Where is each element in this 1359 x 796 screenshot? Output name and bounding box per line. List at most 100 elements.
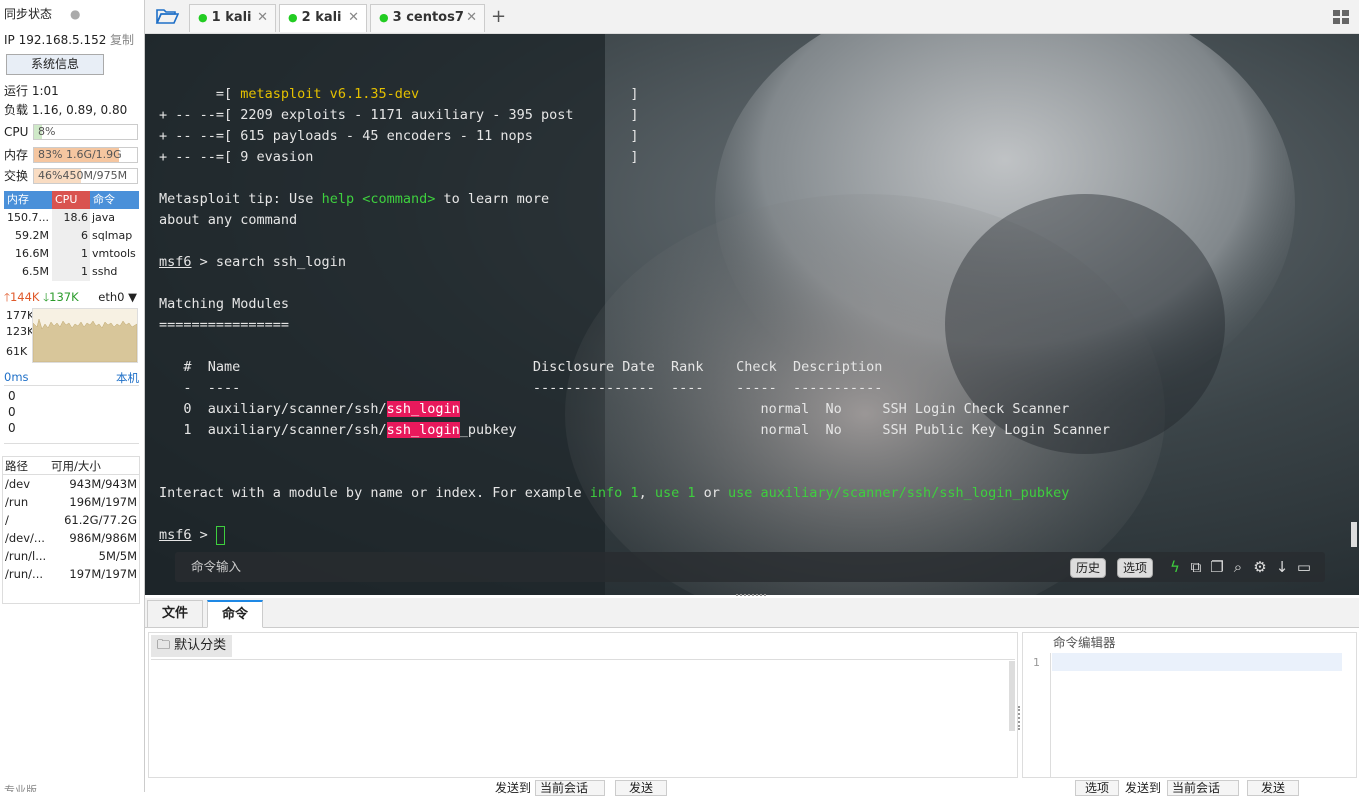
memory-value: 83% 1.6G/1.9G	[38, 148, 122, 161]
table-row[interactable]: 6.5M 1 sshd	[4, 263, 139, 281]
interact-text: ,	[638, 485, 655, 501]
add-tab-icon[interactable]: +	[491, 6, 506, 28]
search-icon[interactable]: ⌕	[1228, 556, 1248, 578]
paste-icon[interactable]: ❐	[1207, 556, 1227, 578]
banner-text: ]	[419, 86, 639, 102]
table-row[interactable]: /run/l... 5M/5M	[3, 547, 139, 565]
banner-line: + -- --=[ 2209 exploits - 1171 auxiliary…	[159, 107, 639, 123]
cpu-value: 8%	[38, 125, 56, 138]
disk-size: 5M/5M	[98, 549, 137, 563]
table-row[interactable]: /dev/... 986M/986M	[3, 529, 139, 547]
send-to-label: 发送到	[495, 781, 532, 795]
tab-files[interactable]: 文件	[147, 600, 204, 628]
search-highlight: ssh_login	[386, 401, 460, 417]
latency-host[interactable]: 本机	[116, 370, 139, 385]
network-interface-select[interactable]: eth0 ▼	[98, 290, 137, 304]
interact-example: info 1	[589, 485, 639, 501]
category-default[interactable]: 🗀 默认分类	[151, 635, 233, 657]
section-rule: ================	[159, 317, 290, 333]
table-row[interactable]: 59.2M 6 sqlmap	[4, 227, 139, 245]
editor-send-target-select[interactable]: 当前会话	[1167, 780, 1239, 796]
latency-scale: 0	[8, 405, 16, 419]
interact-text: or	[695, 485, 728, 501]
banner-line: + -- --=[ 9 evasion ]	[159, 149, 639, 165]
result-text: 1 auxiliary/scanner/ssh/	[159, 422, 387, 438]
disk-path: /	[5, 513, 9, 527]
command-input-bar[interactable]: 命令输入 历史 选项 ϟ ⧉ ❐ ⌕ ⚙ ↓ ▭	[175, 552, 1325, 582]
line-number-gutter: 1	[1023, 653, 1051, 777]
arrow-down-icon[interactable]: ↓	[1272, 556, 1292, 578]
copy-icon[interactable]: ⧉	[1186, 556, 1206, 578]
terminal-scrollbar[interactable]	[1351, 522, 1357, 547]
edition-label: 专业版	[4, 784, 37, 792]
proc-mem: 150.7...	[7, 211, 49, 224]
load-average: 负载 1.16, 0.89, 0.80	[4, 103, 128, 117]
window-icon[interactable]: ▭	[1294, 556, 1314, 578]
proc-cmd: sshd	[92, 265, 118, 278]
proc-header-cmd[interactable]: 命令	[90, 191, 139, 209]
tab-session-3[interactable]: ● 3 centos7 ✕	[370, 4, 485, 32]
tip-text: Metasploit tip: Use	[159, 191, 322, 207]
swap-value: 46%450M/975M	[38, 169, 128, 182]
tab-session-2[interactable]: ● 2 kali ✕	[279, 4, 367, 32]
options-button[interactable]: 选项	[1117, 558, 1154, 578]
tab-session-1[interactable]: ● 1 kali ✕	[189, 4, 276, 32]
footer-bar: 发送到 当前会话 发送 选项 发送到 当前会话 发送	[145, 778, 1359, 796]
latency-panel: 0ms 本机 0 0 0	[4, 370, 139, 444]
terminal-cursor	[215, 525, 225, 545]
tab-commands[interactable]: 命令	[207, 600, 264, 628]
editor-send-button[interactable]: 发送	[1247, 780, 1299, 796]
table-row[interactable]: 16.6M 1 vmtools	[4, 245, 139, 263]
close-icon[interactable]: ✕	[257, 5, 268, 31]
line-number: 1	[1033, 656, 1040, 669]
table-row[interactable]: /run 196M/197M	[3, 493, 139, 511]
download-rate: 137K	[49, 290, 79, 304]
history-button[interactable]: 历史	[1070, 558, 1107, 578]
disk-size: 943M/943M	[69, 477, 137, 491]
lightning-icon[interactable]: ϟ	[1165, 556, 1185, 578]
table-row[interactable]: / 61.2G/77.2G	[3, 511, 139, 529]
system-info-button[interactable]: 系统信息	[6, 54, 104, 75]
disk-size: 196M/197M	[69, 495, 137, 509]
command-input[interactable]: 命令输入	[191, 552, 241, 582]
splitter-handle[interactable]	[1018, 706, 1021, 730]
send-target-select[interactable]: 当前会话	[535, 780, 605, 796]
command-list[interactable]	[151, 659, 1015, 775]
table-row[interactable]: /dev 943M/943M	[3, 475, 139, 493]
net-scale: 177K 123K 61K	[6, 308, 34, 360]
grid-layout-icon[interactable]	[1333, 10, 1349, 24]
send-button[interactable]: 发送	[615, 780, 667, 796]
proc-header-cpu[interactable]: CPU	[52, 191, 90, 209]
connected-dot-icon: ●	[198, 11, 208, 24]
table-row[interactable]: 150.7... 18.6 java	[4, 209, 139, 227]
disk-size: 986M/986M	[69, 531, 137, 545]
proc-mem: 6.5M	[22, 265, 49, 278]
terminal-output: =[ metasploit v6.1.35-dev ] + -- --=[ 22…	[159, 84, 1110, 546]
close-icon[interactable]: ✕	[348, 5, 359, 31]
close-icon[interactable]: ✕	[466, 5, 477, 31]
metasploit-version: metasploit v6.1.35-dev	[240, 86, 420, 102]
disk-size: 61.2G/77.2G	[64, 513, 137, 527]
folder-open-icon[interactable]	[155, 6, 180, 28]
editor-active-line[interactable]	[1052, 653, 1342, 671]
table-row[interactable]: /run/... 197M/197M	[3, 565, 139, 583]
gear-icon[interactable]: ⚙	[1250, 556, 1270, 578]
interact-example: use 1	[654, 485, 696, 501]
results-rule: - ---- --------------- ---- ----- ------…	[159, 380, 883, 396]
command-editor[interactable]: 命令编辑器 1	[1022, 632, 1357, 778]
copy-ip-button[interactable]: 复制	[110, 31, 134, 49]
search-highlight: ssh_login	[386, 422, 460, 438]
disk-header-size[interactable]: 可用/大小	[51, 457, 139, 474]
list-scrollbar[interactable]	[1009, 661, 1015, 731]
terminal[interactable]: =[ metasploit v6.1.35-dev ] + -- --=[ 22…	[145, 34, 1359, 595]
connected-dot-icon: ●	[379, 11, 389, 24]
interface-name: eth0	[98, 290, 125, 304]
disk-header-path[interactable]: 路径	[3, 457, 51, 474]
proc-header-mem[interactable]: 内存	[4, 191, 52, 209]
chevron-down-icon: ▼	[124, 290, 137, 304]
tab-number: 3	[392, 10, 402, 25]
network-chart-graph	[32, 318, 138, 363]
result-text: 0 auxiliary/scanner/ssh/	[159, 401, 387, 417]
editor-options-button[interactable]: 选项	[1075, 780, 1119, 796]
sidebar: 同步状态 ● IP 192.168.5.152 复制 系统信息 运行 1:01 负载…	[0, 0, 145, 792]
